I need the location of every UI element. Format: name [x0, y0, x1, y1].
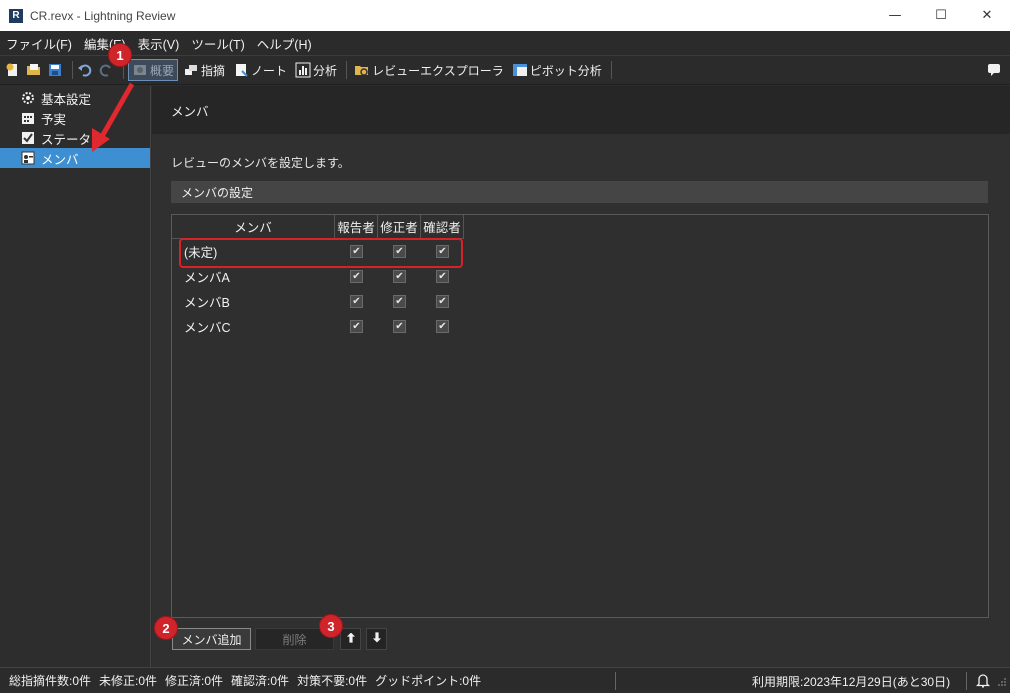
column-header-member[interactable]: メンバ: [172, 215, 335, 239]
member-name[interactable]: メンバA: [172, 267, 335, 286]
new-file-icon[interactable]: [5, 62, 21, 78]
sidebar: 基本設定 予実 ステータス メンバ: [0, 86, 151, 667]
note-label: ノート: [251, 63, 288, 78]
status-confirmed: 確認済:0件: [231, 674, 290, 688]
status-fixed: 修正済:0件: [165, 674, 224, 688]
sidebar-item-plan-actual[interactable]: 予実: [0, 108, 150, 128]
menu-tools[interactable]: ツール(T): [191, 34, 244, 53]
overview-label: 概要: [150, 63, 175, 78]
callout-badge-3: 3: [319, 614, 343, 638]
title-bar: R CR.revx - Lightning Review — ☐ ✕: [0, 0, 1010, 31]
toolbar: 概要 指摘 ノート 分析 レビューエクスプローラ ピボット分析: [0, 55, 1010, 85]
move-up-button[interactable]: [340, 628, 361, 650]
folder-search-icon: [354, 62, 370, 78]
note-button[interactable]: ノート: [230, 59, 290, 81]
confirmer-checkbox[interactable]: ✔: [436, 295, 449, 308]
grid-header: メンバ 報告者 修正者 確認者: [172, 215, 988, 239]
overview-icon: [132, 62, 148, 78]
note-icon: [233, 62, 249, 78]
status-check-icon: [20, 131, 35, 146]
menu-file[interactable]: ファイル(F): [6, 34, 72, 53]
save-icon[interactable]: [47, 62, 63, 78]
toolbar-separator: [610, 61, 612, 79]
findings-button[interactable]: 指摘: [180, 59, 228, 81]
callout-badge-1: 1: [108, 43, 132, 67]
column-header-reporter[interactable]: 報告者: [335, 215, 378, 239]
member-grid: メンバ 報告者 修正者 確認者 (未定) ✔ ✔ ✔ メンバA ✔ ✔ ✔ メン…: [171, 214, 989, 618]
gear-icon: [20, 91, 35, 106]
arrow-down-icon: [370, 631, 383, 647]
analysis-button[interactable]: 分析: [292, 59, 340, 81]
window-title: CR.revx - Lightning Review: [30, 8, 176, 23]
reporter-checkbox[interactable]: ✔: [350, 270, 363, 283]
column-header-fixer[interactable]: 修正者: [378, 215, 421, 239]
fixer-checkbox[interactable]: ✔: [393, 270, 406, 283]
review-explorer-button[interactable]: レビューエクスプローラ: [351, 59, 507, 81]
page-title: メンバ: [152, 86, 1010, 134]
menu-view[interactable]: 表示(V): [138, 34, 180, 53]
window-controls: — ☐ ✕: [872, 0, 1010, 31]
sidebar-item-label: 予実: [41, 112, 67, 127]
pivot-analysis-label: ピボット分析: [529, 63, 602, 78]
pivot-table-icon: [512, 62, 528, 78]
findings-label: 指摘: [201, 63, 226, 78]
close-button[interactable]: ✕: [964, 0, 1010, 31]
reporter-checkbox[interactable]: ✔: [350, 295, 363, 308]
bar-chart-icon: [295, 62, 311, 78]
status-good-points: グッドポイント:0件: [375, 674, 482, 688]
findings-icon: [183, 62, 199, 78]
fixer-checkbox[interactable]: ✔: [393, 295, 406, 308]
table-row[interactable]: メンバB ✔ ✔ ✔: [172, 289, 988, 314]
status-separator: [966, 672, 967, 690]
move-down-button[interactable]: [366, 628, 387, 650]
confirmer-checkbox[interactable]: ✔: [436, 320, 449, 333]
sidebar-item-label: 基本設定: [41, 92, 92, 107]
status-expiry: 利用期限:2023年12月29日(あと30日): [752, 675, 951, 689]
sidebar-item-members[interactable]: メンバ: [0, 148, 150, 168]
table-row[interactable]: メンバC ✔ ✔ ✔: [172, 314, 988, 339]
arrow-up-icon: [344, 631, 357, 647]
toolbar-separator: [346, 61, 348, 79]
sidebar-item-label: メンバ: [41, 152, 79, 167]
bell-icon[interactable]: [975, 673, 991, 691]
sidebar-item-status[interactable]: ステータス: [0, 128, 150, 148]
maximize-button[interactable]: ☐: [918, 0, 964, 31]
app-logo-icon: R: [9, 8, 23, 23]
page-description: レビューのメンバを設定します。: [171, 156, 350, 170]
status-total-findings: 総指摘件数:0件: [9, 674, 92, 688]
status-bar: 総指摘件数:0件 未修正:0件 修正済:0件 確認済:0件 対策不要:0件 グッ…: [0, 667, 1010, 693]
reporter-checkbox[interactable]: ✔: [350, 320, 363, 333]
member-name[interactable]: メンバC: [172, 317, 335, 336]
fixer-checkbox[interactable]: ✔: [393, 320, 406, 333]
status-separator: [615, 672, 616, 690]
menu-bar: ファイル(F) 編集(E) 表示(V) ツール(T) ヘルプ(H): [0, 31, 1010, 55]
calendar-icon: [20, 111, 35, 126]
minimize-button[interactable]: —: [872, 0, 918, 31]
member-card-icon: [20, 151, 35, 166]
analysis-label: 分析: [313, 63, 338, 78]
overview-button[interactable]: 概要: [128, 59, 179, 81]
confirmer-checkbox[interactable]: ✔: [436, 270, 449, 283]
undo-icon[interactable]: [77, 62, 93, 78]
add-member-button[interactable]: メンバ追加: [172, 628, 251, 650]
row-highlight-annotation: [179, 238, 463, 268]
main-panel: メンバ レビューのメンバを設定します。 メンバの設定 メンバ 報告者 修正者 確…: [152, 86, 1010, 667]
status-unfixed: 未修正:0件: [99, 674, 158, 688]
open-folder-icon[interactable]: [26, 62, 42, 78]
feedback-icon[interactable]: [986, 62, 1002, 81]
toolbar-separator: [72, 61, 73, 79]
pivot-analysis-button[interactable]: ピボット分析: [509, 59, 605, 81]
section-title: メンバの設定: [171, 181, 988, 203]
sidebar-item-label: ステータス: [41, 132, 104, 147]
menu-help[interactable]: ヘルプ(H): [257, 34, 312, 53]
resize-grip-icon[interactable]: [997, 676, 1007, 690]
status-no-action: 対策不要:0件: [297, 674, 368, 688]
callout-badge-2: 2: [154, 616, 178, 640]
sidebar-item-basic-settings[interactable]: 基本設定: [0, 88, 150, 108]
column-header-confirmer[interactable]: 確認者: [421, 215, 464, 239]
review-explorer-label: レビューエクスプローラ: [372, 63, 504, 78]
member-name[interactable]: メンバB: [172, 292, 335, 311]
